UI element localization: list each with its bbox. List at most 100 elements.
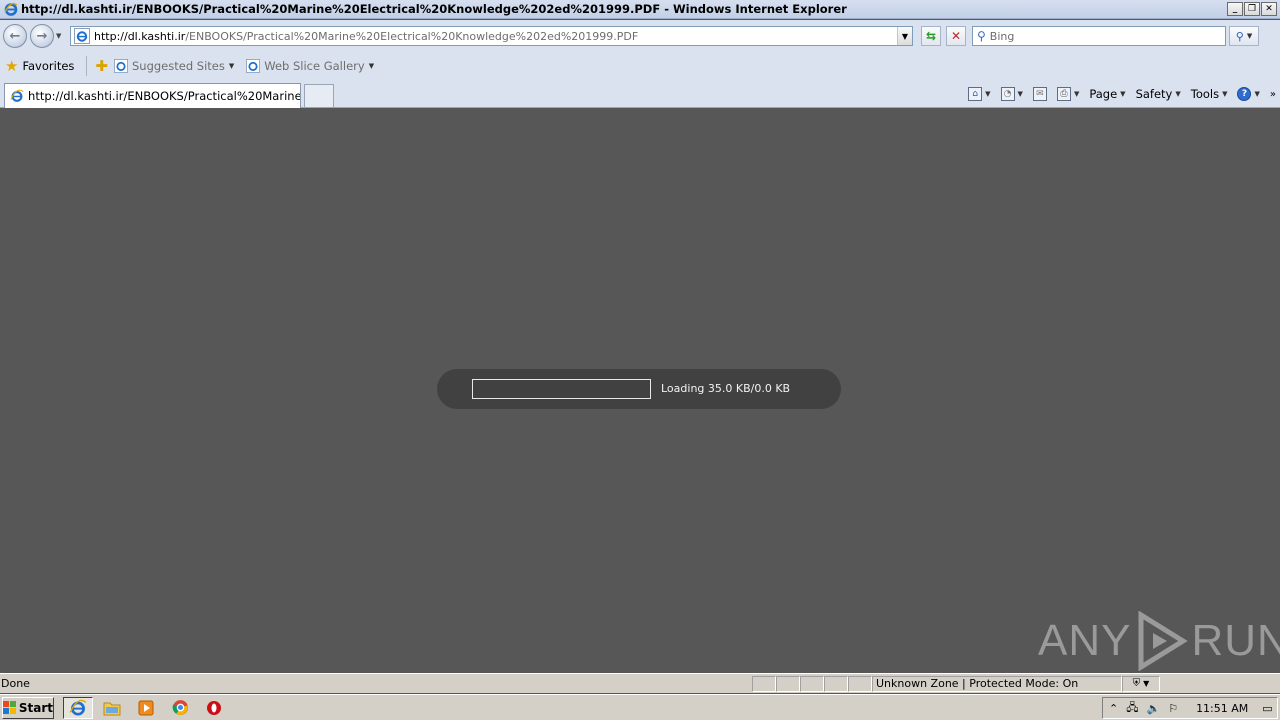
arrow-left-icon: ← [9, 28, 21, 44]
chrome-icon [172, 700, 188, 715]
title-bar: http://dl.kashti.ir/ENBOOKS/Practical%20… [0, 0, 1280, 19]
help-icon: ? [1237, 87, 1252, 101]
network-icon[interactable]: 🖧 [1126, 699, 1138, 718]
tools-menu-label: Tools [1190, 87, 1220, 101]
navigation-bar: ← → ▼ http://dl.kashti.ir/ENBOOKS/Practi… [0, 20, 1280, 52]
clock[interactable]: 11:51 AM [1196, 702, 1248, 715]
media-player-icon [138, 700, 154, 715]
ie-page-icon [10, 89, 24, 102]
favorites-button[interactable]: ★ Favorites [5, 58, 74, 74]
status-panel [752, 675, 776, 692]
volume-icon[interactable]: 🔈 [1146, 702, 1160, 715]
url-path: /ENBOOKS/Practical%20Marine%20Electrical… [185, 29, 639, 43]
web-slice-gallery-link[interactable]: Web Slice Gallery ▼ [246, 59, 374, 73]
folder-icon [103, 702, 121, 715]
chevron-down-icon: ▼ [1017, 90, 1023, 98]
taskbar: Start ⌃ 🖧 🔈 ⚐ 11:51 AM ▭ [0, 694, 1280, 720]
stop-button[interactable]: ✕ [946, 26, 966, 46]
address-bar[interactable]: http://dl.kashti.ir/ENBOOKS/Practical%20… [70, 26, 913, 46]
safety-menu[interactable]: Safety ▼ [1136, 87, 1181, 101]
chevron-down-icon: ▼ [1222, 90, 1228, 98]
ie-logo-icon [69, 699, 87, 716]
home-button[interactable]: ⌂ ▼ [968, 87, 991, 101]
show-hidden-icons-button[interactable]: ⌃ [1109, 702, 1118, 715]
show-desktop-button[interactable]: ▭ [1262, 702, 1272, 715]
print-button[interactable]: ⎙ ▼ [1056, 87, 1079, 101]
action-center-flag-icon[interactable]: ⚐ [1168, 702, 1178, 715]
resize-grip[interactable] [1160, 676, 1250, 692]
loading-panel: Loading 35.0 KB/0.0 KB [437, 369, 841, 409]
start-button[interactable]: Start [2, 696, 54, 719]
status-bar: Done Unknown Zone | Protected Mode: On ⛨… [0, 673, 1280, 693]
status-panel [824, 675, 848, 692]
minimize-button[interactable]: _ [1227, 2, 1243, 16]
suggested-sites-link[interactable]: Suggested Sites ▼ [113, 59, 234, 73]
chevron-down-icon: ▼ [1254, 90, 1260, 98]
taskbar-explorer-button[interactable] [97, 697, 127, 719]
taskbar-opera-button[interactable] [199, 697, 229, 719]
arrow-right-icon: → [36, 28, 48, 44]
more-commands-button[interactable]: » [1270, 89, 1276, 100]
play-triangle-icon [1138, 611, 1189, 671]
chevron-down-icon: ▼ [1246, 32, 1253, 40]
chevron-down-icon: ▼ [368, 62, 375, 70]
new-tab-button[interactable] [304, 84, 334, 107]
ie-logo-icon [4, 2, 18, 16]
refresh-arrows-icon: ⇆ [925, 29, 937, 43]
tab-row: http://dl.kashti.ir/ENBOOKS/Practical%20… [0, 80, 1280, 108]
ie-page-icon [246, 59, 261, 73]
loading-status-text: Loading 35.0 KB/0.0 KB [661, 382, 791, 395]
taskbar-media-player-button[interactable] [131, 697, 161, 719]
recent-pages-dropdown[interactable]: ▼ [56, 32, 66, 40]
taskbar-ie-button[interactable] [63, 696, 93, 719]
add-to-favorites-bar-button[interactable]: ✚ [95, 56, 108, 75]
feeds-button[interactable]: ◔ ▼ [1000, 87, 1023, 101]
safety-menu-label: Safety [1135, 87, 1173, 101]
chevron-down-icon: ▼ [1120, 90, 1126, 98]
restore-button[interactable]: ❐ [1244, 2, 1260, 16]
back-button[interactable]: ← [3, 24, 27, 48]
window-title: http://dl.kashti.ir/ENBOOKS/Practical%20… [21, 2, 847, 16]
chevron-down-icon: ▼ [985, 90, 991, 98]
address-url[interactable]: http://dl.kashti.ir/ENBOOKS/Practical%20… [94, 30, 897, 43]
printer-icon: ⎙ [1056, 87, 1071, 101]
search-box[interactable]: ⚲ Bing [972, 26, 1226, 46]
status-panel [848, 675, 872, 692]
favorites-bar: ★ Favorites ✚ Suggested Sites ▼ Web Slic… [0, 52, 1280, 80]
address-dropdown-button[interactable]: ▼ [897, 27, 912, 45]
help-menu[interactable]: ? ▼ [1237, 87, 1260, 101]
forward-button[interactable]: → [30, 24, 54, 48]
status-panel [800, 675, 824, 692]
separator [86, 56, 88, 76]
url-host: http://dl.kashti.ir [94, 29, 186, 43]
protected-mode-button[interactable]: ⛨ ▼ [1122, 675, 1160, 692]
tab-label: http://dl.kashti.ir/ENBOOKS/Practical%20… [28, 89, 300, 103]
status-text: Done [1, 677, 30, 690]
close-button[interactable]: ✕ [1261, 2, 1277, 16]
magnifier-icon: ⚲ [1235, 29, 1244, 43]
read-mail-button[interactable]: ✉ [1032, 87, 1047, 101]
page-menu[interactable]: Page ▼ [1089, 87, 1125, 101]
search-placeholder: Bing [989, 29, 1015, 43]
system-tray: ⌃ 🖧 🔈 ⚐ 11:51 AM ▭ [1102, 697, 1278, 719]
mail-icon: ✉ [1032, 87, 1047, 101]
start-label: Start [18, 700, 53, 715]
ie-page-icon [113, 59, 128, 73]
compatibility-refresh-button[interactable]: ⇆ [921, 26, 941, 46]
chevron-down-icon: ▼ [1143, 679, 1150, 688]
suggested-sites-label: Suggested Sites [131, 59, 225, 73]
shield-icon: ⛨ [1132, 678, 1141, 689]
security-zone[interactable]: Unknown Zone | Protected Mode: On [872, 675, 1122, 692]
taskbar-chrome-button[interactable] [165, 697, 195, 719]
command-bar: ⌂ ▼ ◔ ▼ ✉ ⎙ ▼ Page ▼ Safety ▼ Tools ▼ ? … [968, 84, 1276, 104]
tools-menu[interactable]: Tools ▼ [1191, 87, 1228, 101]
search-go-button[interactable]: ⚲ ▼ [1229, 26, 1259, 46]
add-favorite-icon: ✚ [95, 56, 108, 75]
web-slice-gallery-label: Web Slice Gallery [264, 59, 365, 73]
page-menu-label: Page [1089, 87, 1118, 101]
chevron-down-icon: ▼ [1175, 90, 1181, 98]
watermark-left-text: ANY [1038, 616, 1132, 665]
tab-active[interactable]: http://dl.kashti.ir/ENBOOKS/Practical%20… [4, 83, 301, 108]
loading-progress-bar [472, 379, 651, 399]
anyrun-watermark: ANY RUN [1038, 609, 1280, 673]
